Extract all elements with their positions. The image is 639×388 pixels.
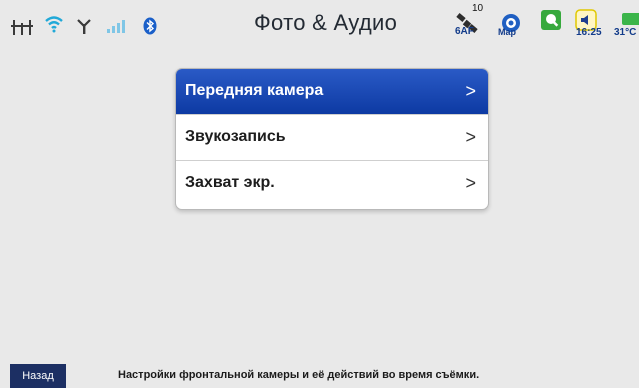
- menu-item-label: Захват экр.: [185, 174, 275, 191]
- menu-item-screen-capture[interactable]: Захват экр. >: [176, 161, 488, 209]
- antenna-icon: [77, 19, 91, 34]
- menu-item-front-camera[interactable]: Передняя камера >: [176, 69, 488, 115]
- status-bar: Фото & Аудио 10 6AF Map 16:25 31°C: [0, 0, 639, 46]
- menu-item-label: Звукозапись: [185, 128, 286, 145]
- wifi-icon: [45, 16, 63, 33]
- chevron-right-icon: >: [465, 173, 476, 193]
- back-button[interactable]: Назад: [10, 364, 66, 388]
- camera-audio-menu: Передняя камера > Звукозапись > Захват э…: [175, 68, 489, 210]
- page-title: Фото & Аудио: [254, 10, 398, 35]
- map-label: Map: [498, 27, 516, 37]
- bluetooth-icon: [143, 17, 157, 35]
- help-text: Настройки фронтальной камеры и её действ…: [118, 369, 480, 381]
- temperature: 31°C: [614, 27, 637, 38]
- clock: 16:25: [576, 27, 602, 38]
- menu-item-audio-recording[interactable]: Звукозапись >: [176, 115, 488, 161]
- satellite-label: 6AF: [455, 26, 474, 37]
- chevron-right-icon: >: [465, 127, 476, 147]
- signal-icon: [107, 20, 125, 33]
- ethernet-icon: [11, 20, 33, 35]
- satellite-count: 10: [472, 3, 484, 14]
- menu-item-label: Передняя камера: [185, 82, 324, 99]
- chevron-right-icon: >: [465, 81, 476, 101]
- battery-icon: [622, 13, 639, 25]
- green-app-icon[interactable]: [540, 9, 562, 31]
